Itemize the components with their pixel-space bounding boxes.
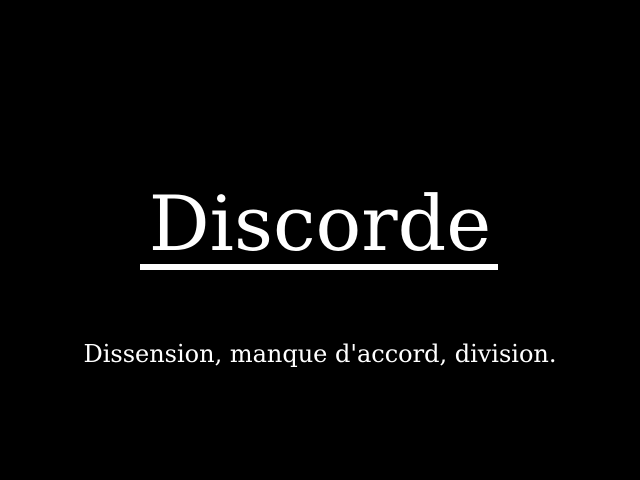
definition-text: Dissension, manque d'accord, division. xyxy=(83,340,557,368)
headword: Discorde xyxy=(148,179,492,268)
dictionary-card: Discorde Dissension, manque d'accord, di… xyxy=(0,0,640,480)
headword-underline xyxy=(140,264,498,270)
